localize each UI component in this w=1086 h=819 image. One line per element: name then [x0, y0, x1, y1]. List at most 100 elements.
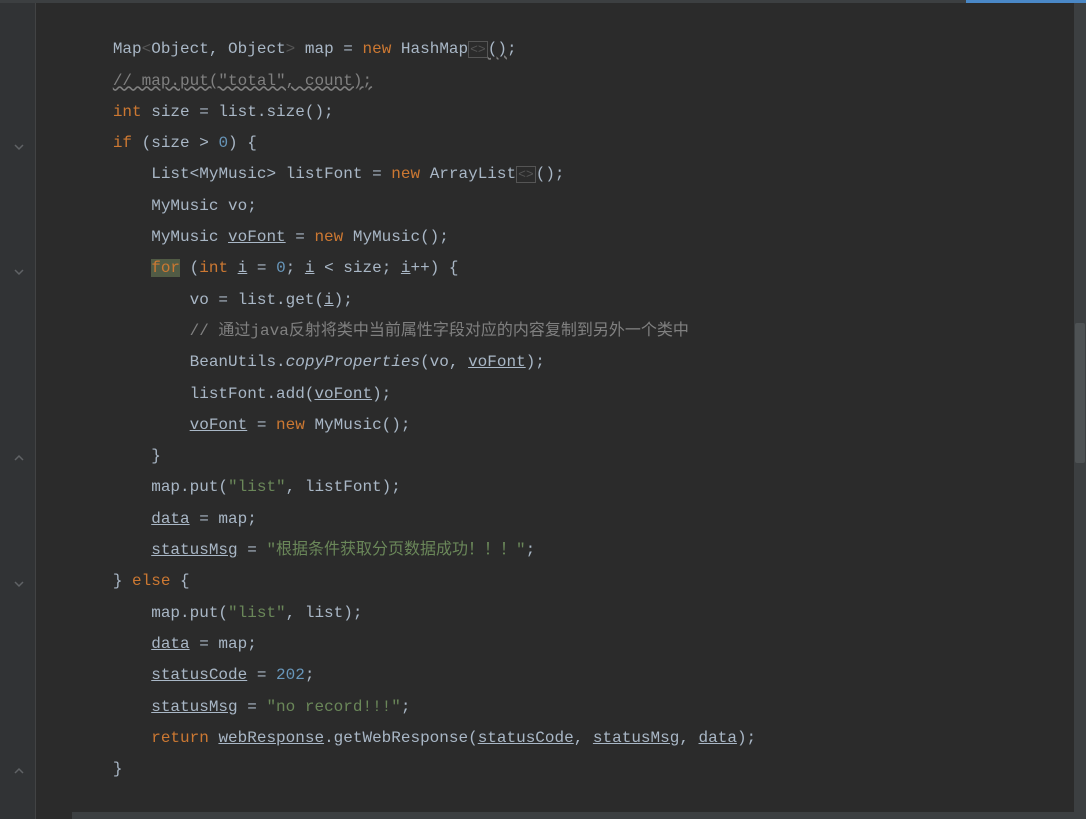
code-token: voFont: [190, 416, 248, 434]
code-token: map =: [295, 40, 362, 58]
code-token: BeanUtils.: [190, 353, 286, 371]
code-token: voFont: [228, 228, 286, 246]
code-token: HashMap: [401, 40, 468, 58]
code-token: =: [247, 259, 276, 277]
code-token: );: [737, 729, 756, 747]
code-line: statusCode = 202;: [36, 660, 1086, 691]
code-token: ;: [401, 698, 411, 716]
code-token: }: [113, 572, 132, 590]
code-token: data: [151, 635, 189, 653]
code-token: , listFont);: [286, 478, 401, 496]
code-token: <: [142, 40, 152, 58]
code-token: i: [324, 291, 334, 309]
code-token: ,: [679, 729, 698, 747]
fold-collapse-icon[interactable]: [12, 577, 26, 591]
code-line: return webResponse.getWebResponse(status…: [36, 723, 1086, 754]
vertical-scrollbar[interactable]: [1074, 3, 1086, 819]
code-line: List<MyMusic> listFont = new ArrayList<>…: [36, 159, 1086, 190]
code-line: data = map;: [36, 629, 1086, 660]
code-token: ,: [209, 40, 219, 58]
code-line: map.put("list", list);: [36, 598, 1086, 629]
scroll-thumb[interactable]: [1075, 323, 1085, 463]
code-token: ) {: [228, 134, 257, 152]
code-line: int size = list.size();: [36, 97, 1086, 128]
code-token: , list);: [286, 604, 363, 622]
code-editor[interactable]: Map<Object, Object> map = new HashMap<>(…: [36, 3, 1086, 819]
code-token: =: [247, 666, 276, 684]
code-token: else: [132, 572, 180, 590]
code-token: (: [180, 259, 199, 277]
code-token: i: [238, 259, 248, 277]
code-token: Object: [218, 40, 285, 58]
code-token: "list": [228, 478, 286, 496]
fold-collapse-icon[interactable]: [12, 265, 26, 279]
code-token: ;: [286, 259, 305, 277]
code-token: >: [286, 40, 296, 58]
code-token: MyMusic: [151, 228, 228, 246]
code-token: int: [113, 103, 151, 121]
code-line: Map<Object, Object> map = new HashMap<>(…: [36, 34, 1086, 65]
code-token: ;: [305, 666, 315, 684]
code-token: MyMusic vo;: [151, 197, 257, 215]
editor-gutter[interactable]: [0, 3, 36, 819]
code-line: for (int i = 0; i < size; i++) {: [36, 253, 1086, 284]
code-token: if: [113, 134, 142, 152]
code-token: listFont =: [276, 165, 391, 183]
code-token: = map;: [190, 635, 257, 653]
code-line: [36, 3, 1086, 34]
code-token: map.put(: [151, 604, 228, 622]
code-token: <>: [516, 166, 536, 183]
code-line: }: [36, 441, 1086, 472]
code-token: <: [190, 165, 200, 183]
code-line: } else {: [36, 566, 1086, 597]
code-token: size = list.size();: [151, 103, 333, 121]
code-token: );: [334, 291, 353, 309]
code-token: =: [286, 228, 315, 246]
code-token: {: [180, 572, 190, 590]
code-token: webResponse: [218, 729, 324, 747]
code-line: statusMsg = "no record!!!";: [36, 692, 1086, 723]
code-token: );: [372, 385, 391, 403]
code-token: statusMsg: [593, 729, 679, 747]
code-token: >: [266, 165, 276, 183]
code-token: ++) {: [411, 259, 459, 277]
fold-expand-icon[interactable]: [12, 764, 26, 778]
code-token: new: [391, 165, 429, 183]
code-token: data: [151, 510, 189, 528]
code-token: return: [151, 729, 218, 747]
code-token: copyProperties: [286, 353, 420, 371]
fold-collapse-icon[interactable]: [12, 140, 26, 154]
code-token: map.put(: [151, 478, 228, 496]
code-token: 0: [276, 259, 286, 277]
code-token: int: [199, 259, 237, 277]
code-line: vo = list.get(i);: [36, 285, 1086, 316]
code-line: if (size > 0) {: [36, 128, 1086, 159]
code-token: (size: [142, 134, 200, 152]
code-token: ;: [526, 541, 536, 559]
code-token: <>: [468, 41, 488, 58]
code-line: BeanUtils.copyProperties(vo, voFont);: [36, 347, 1086, 378]
code-token: = map;: [190, 510, 257, 528]
code-token: (vo,: [420, 353, 468, 371]
code-token: >: [199, 134, 218, 152]
code-token: statusMsg: [151, 698, 237, 716]
code-token: List: [151, 165, 189, 183]
code-line: statusMsg = "根据条件获取分页数据成功！！！";: [36, 535, 1086, 566]
code-token: voFont: [314, 385, 372, 403]
code-line: map.put("list", listFont);: [36, 472, 1086, 503]
code-token: listFont.add(: [190, 385, 315, 403]
code-token: statusCode: [478, 729, 574, 747]
code-line: MyMusic voFont = new MyMusic();: [36, 222, 1086, 253]
code-token: Map: [113, 40, 142, 58]
code-token: .getWebResponse(: [324, 729, 478, 747]
code-line: voFont = new MyMusic();: [36, 410, 1086, 441]
code-token: (): [488, 40, 507, 58]
code-token: // 通过java反射将类中当前属性字段对应的内容复制到另外一个类中: [190, 322, 689, 340]
horizontal-scrollbar[interactable]: [72, 812, 1074, 819]
code-token: i: [401, 259, 411, 277]
code-token: < size;: [314, 259, 400, 277]
fold-expand-icon[interactable]: [12, 451, 26, 465]
code-line: }: [36, 754, 1086, 785]
code-token: statusMsg: [151, 541, 237, 559]
code-token: data: [699, 729, 737, 747]
